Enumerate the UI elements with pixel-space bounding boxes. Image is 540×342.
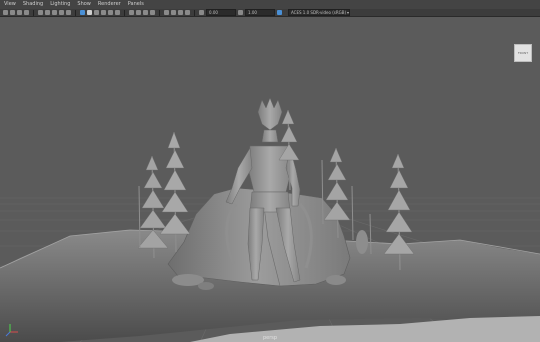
chevron-down-icon: ▾: [346, 10, 349, 15]
panel-menubar: View Shading Lighting Show Renderer Pane…: [0, 0, 540, 9]
depth-of-field-icon[interactable]: [150, 10, 155, 15]
gate-mask-icon[interactable]: [59, 10, 64, 15]
toolbar-divider: [159, 9, 160, 16]
safe-action-icon[interactable]: [66, 10, 71, 15]
pebble: [326, 275, 346, 285]
bookmarks-icon[interactable]: [17, 10, 22, 15]
exposure-icon[interactable]: [199, 10, 204, 15]
wireframe-icon[interactable]: [80, 10, 85, 15]
image-plane-icon[interactable]: [24, 10, 29, 15]
anti-aliasing-icon[interactable]: [143, 10, 148, 15]
camera-name-label: persp: [262, 335, 278, 341]
menu-renderer[interactable]: Renderer: [98, 0, 121, 9]
menu-view[interactable]: View: [4, 0, 16, 9]
plant-right-2: [383, 153, 415, 271]
plant-left-1: [137, 155, 169, 259]
color-management-icon[interactable]: [277, 10, 282, 15]
lights-icon[interactable]: [108, 10, 113, 15]
default-material-icon[interactable]: [94, 10, 99, 15]
colorspace-value: ACES 1.0 SDR-video (sRGB): [291, 10, 347, 15]
plant-left-2: [159, 131, 191, 253]
toolbar-divider: [124, 9, 125, 16]
exposure-field[interactable]: 0.00: [206, 9, 236, 16]
menu-lighting[interactable]: Lighting: [50, 0, 70, 9]
toolbar-divider: [194, 9, 195, 16]
panel-toolbar: 0.00 1.00 ACES 1.0 SDR-video (sRGB) ▾: [0, 9, 540, 17]
colorspace-dropdown[interactable]: ACES 1.0 SDR-video (sRGB) ▾: [288, 9, 350, 16]
gamma-field[interactable]: 1.00: [245, 9, 275, 16]
grid-icon[interactable]: [38, 10, 43, 15]
shadows-icon[interactable]: [115, 10, 120, 15]
select-camera-icon[interactable]: [3, 10, 8, 15]
backface-culling-icon[interactable]: [185, 10, 190, 15]
film-gate-icon[interactable]: [45, 10, 50, 15]
smooth-shade-icon[interactable]: [87, 10, 92, 15]
motion-blur-icon[interactable]: [136, 10, 141, 15]
menu-shading[interactable]: Shading: [23, 0, 43, 9]
toolbar-divider: [75, 9, 76, 16]
xray-icon[interactable]: [171, 10, 176, 15]
toolbar-divider: [33, 9, 34, 16]
gamma-icon[interactable]: [238, 10, 243, 15]
viewcube[interactable]: FRONT: [514, 44, 532, 62]
scene-render: [0, 97, 540, 342]
isolate-select-icon[interactable]: [164, 10, 169, 15]
3d-viewport[interactable]: FRONT persp: [0, 18, 540, 342]
camera-attributes-icon[interactable]: [10, 10, 15, 15]
menu-panels[interactable]: Panels: [128, 0, 144, 9]
pebble: [198, 282, 214, 290]
pebble: [356, 230, 368, 254]
menu-show[interactable]: Show: [77, 0, 91, 9]
ambient-occlusion-icon[interactable]: [129, 10, 134, 15]
textured-icon[interactable]: [101, 10, 106, 15]
resolution-gate-icon[interactable]: [52, 10, 57, 15]
xray-joints-icon[interactable]: [178, 10, 183, 15]
